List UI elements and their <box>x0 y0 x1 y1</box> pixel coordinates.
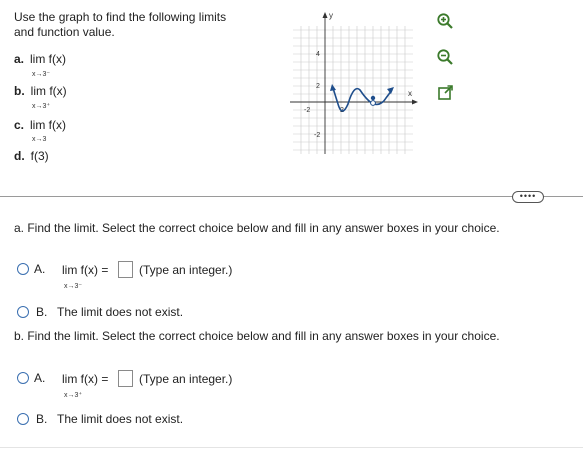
part-b-choice-b-letter: B. <box>36 412 48 426</box>
filled-point <box>370 95 376 101</box>
part-b-choice-a-radio[interactable] <box>17 372 29 384</box>
popout-icon[interactable] <box>437 84 455 102</box>
item-d-letter: d. <box>14 149 25 163</box>
part-a-choice-a-lim: lim f(x) = <box>62 263 109 277</box>
part-a-instruction: a. Find the limit. Select the correct ch… <box>14 221 500 235</box>
open-circle-point <box>370 100 376 106</box>
item-c: c. lim f(x) <box>14 118 66 132</box>
part-b-choice-a-lim: lim f(x) = <box>62 372 109 386</box>
part-b-instruction: b. Find the limit. Select the correct ch… <box>14 329 500 343</box>
item-c-text: lim f(x) <box>30 118 67 132</box>
zoom-in-icon[interactable] <box>436 12 454 30</box>
graph-grid <box>293 26 413 154</box>
item-d-text: f(3) <box>30 149 49 163</box>
x-axis-label: x <box>408 89 412 98</box>
item-a-sub: x→3⁻ <box>32 71 51 78</box>
bottom-border <box>0 447 583 448</box>
item-b-sub: x→3⁺ <box>32 103 51 110</box>
part-a-choice-a-radio[interactable] <box>17 263 29 275</box>
zoom-out-icon[interactable] <box>436 48 454 66</box>
graph-svg: y x 4 2 -2 -2 2 <box>290 11 418 154</box>
part-a-hint: (Type an integer.) <box>139 263 233 277</box>
curve-arrow-right <box>387 87 394 94</box>
y-axis-label: y <box>329 11 333 20</box>
more-options-button[interactable]: •••• <box>512 191 544 203</box>
item-b-text: lim f(x) <box>30 84 67 98</box>
part-b-answer-input[interactable] <box>118 370 133 387</box>
part-b-choice-b-radio[interactable] <box>17 413 29 425</box>
item-b: b. lim f(x) <box>14 84 67 98</box>
part-a-choice-b-text: The limit does not exist. <box>57 305 184 319</box>
part-b-choice-a-letter: A. <box>34 371 46 385</box>
part-b-hint: (Type an integer.) <box>139 372 233 386</box>
y-tick-4: 4 <box>316 51 320 58</box>
prompt-line-1: Use the graph to find the following limi… <box>14 10 227 24</box>
part-a-choice-a-sub: x→3⁻ <box>64 283 83 290</box>
part-a-choice-b-radio[interactable] <box>17 306 29 318</box>
y-tick-neg2: -2 <box>314 132 320 139</box>
part-b-choice-b-text: The limit does not exist. <box>57 412 184 426</box>
item-c-letter: c. <box>14 118 25 132</box>
item-d: d. f(3) <box>14 149 49 163</box>
item-b-letter: b. <box>14 84 25 98</box>
item-a-letter: a. <box>14 52 25 66</box>
item-c-sub: x→3 <box>32 136 47 143</box>
part-a-choice-a-letter: A. <box>34 262 46 276</box>
x-tick-neg2: -2 <box>304 107 310 114</box>
part-b-choice-a-sub: x→3⁺ <box>64 392 83 399</box>
part-a-choice-b-letter: B. <box>36 305 48 319</box>
item-a: a. lim f(x) <box>14 52 66 66</box>
prompt-line-2: and function value. <box>14 25 115 39</box>
section-divider <box>0 196 583 197</box>
function-graph: y x 4 2 -2 -2 2 <box>288 8 418 156</box>
item-a-text: lim f(x) <box>30 52 67 66</box>
part-a-answer-input[interactable] <box>118 261 133 278</box>
x-axis-arrow <box>412 99 418 105</box>
y-tick-2: 2 <box>316 83 320 90</box>
y-axis-arrow <box>322 12 328 18</box>
question-prompt: Use the graph to find the following limi… <box>14 10 264 40</box>
